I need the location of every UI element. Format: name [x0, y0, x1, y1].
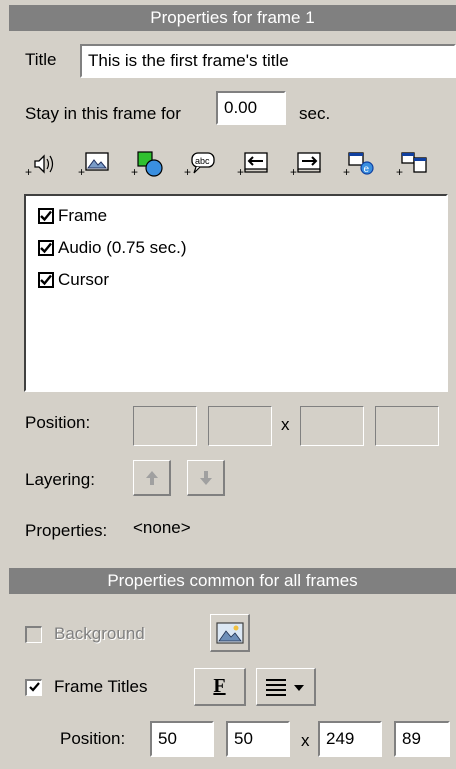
svg-text:+: +	[78, 165, 85, 178]
svg-text:+: +	[184, 165, 191, 178]
checkmark-icon	[28, 682, 40, 692]
title-position-width-input[interactable]	[318, 721, 382, 757]
object-toolbar: + + + + abc + + + e +	[24, 146, 448, 180]
add-right-icon: +	[290, 152, 321, 178]
checkmark-icon	[40, 274, 52, 286]
add-window-button[interactable]: +	[395, 146, 429, 180]
list-item-label: Audio (0.75 sec.)	[58, 238, 187, 257]
svg-text:+: +	[131, 165, 138, 178]
add-left-icon: +	[237, 152, 268, 178]
position-width-field[interactable]	[300, 406, 364, 446]
frame-objects-list[interactable]: Frame Audio (0.75 sec.) Cursor	[24, 194, 448, 392]
list-item-label: Frame	[58, 206, 108, 225]
font-button[interactable]: F	[194, 668, 246, 706]
add-web-icon: + e	[343, 152, 374, 178]
stay-duration-input[interactable]	[216, 91, 286, 125]
background-image-button[interactable]	[210, 614, 250, 652]
frame-checkbox[interactable]	[38, 208, 54, 224]
svg-text:+: +	[290, 165, 297, 178]
properties-value: <none>	[133, 518, 191, 537]
svg-text:+: +	[25, 165, 32, 178]
layer-up-button[interactable]	[133, 460, 171, 496]
list-item-label: Cursor	[58, 270, 110, 289]
position-separator: x	[281, 415, 290, 434]
common-properties-header: Properties common for all frames	[9, 568, 456, 594]
list-item-audio[interactable]: Audio (0.75 sec.)	[26, 232, 446, 264]
add-audio-icon: +	[25, 154, 54, 178]
alignment-dropdown[interactable]	[256, 668, 316, 706]
svg-text:e: e	[364, 164, 370, 175]
background-label: Background	[54, 624, 145, 643]
stay-unit-label: sec.	[299, 104, 331, 123]
position-label: Position:	[25, 413, 91, 432]
audio-checkbox[interactable]	[38, 240, 54, 256]
arrow-up-icon	[145, 470, 158, 485]
list-item-frame[interactable]: Frame	[26, 200, 446, 232]
frame-titles-label: Frame Titles	[54, 677, 148, 696]
landscape-icon	[215, 621, 244, 644]
svg-text:+: +	[396, 165, 403, 178]
align-icon	[265, 678, 304, 696]
stay-label: Stay in this frame for	[25, 104, 181, 123]
cursor-checkbox[interactable]	[38, 272, 54, 288]
position-y-field[interactable]	[208, 406, 272, 446]
add-text-icon: + abc	[184, 152, 215, 178]
title-position-height-input[interactable]	[394, 721, 450, 757]
layer-down-button[interactable]	[187, 460, 225, 496]
add-shape-button[interactable]: +	[130, 146, 164, 180]
add-image-button[interactable]: +	[77, 146, 111, 180]
background-checkbox[interactable]	[25, 625, 42, 643]
title-label: Title	[25, 50, 57, 69]
position-height-field[interactable]	[375, 406, 439, 446]
frame-title-input[interactable]	[80, 44, 456, 78]
add-right-button[interactable]: +	[289, 146, 323, 180]
title-position-y-input[interactable]	[226, 721, 290, 757]
svg-text:+: +	[343, 165, 350, 178]
title-position-separator: x	[301, 731, 310, 750]
checkmark-icon	[40, 242, 52, 254]
properties-label: Properties:	[25, 521, 108, 540]
title-position-label: Position:	[60, 729, 126, 748]
layering-label: Layering:	[25, 470, 95, 489]
add-image-icon: +	[78, 152, 109, 178]
title-position-x-input[interactable]	[150, 721, 214, 757]
add-web-button[interactable]: + e	[342, 146, 376, 180]
list-item-cursor[interactable]: Cursor	[26, 264, 446, 296]
add-text-button[interactable]: + abc	[183, 146, 217, 180]
position-x-field[interactable]	[133, 406, 197, 446]
add-shape-icon: +	[131, 151, 163, 178]
svg-text:abc: abc	[195, 156, 210, 166]
add-audio-button[interactable]: +	[24, 146, 58, 180]
arrow-down-icon	[199, 470, 212, 485]
add-left-button[interactable]: +	[236, 146, 270, 180]
add-window-icon: +	[396, 152, 427, 178]
frame-titles-checkbox[interactable]	[25, 678, 42, 696]
frame-titles-option[interactable]: Frame Titles	[25, 677, 148, 697]
svg-text:+: +	[237, 165, 244, 178]
checkmark-icon	[40, 210, 52, 222]
frame-properties-header: Properties for frame 1	[9, 5, 456, 31]
background-option[interactable]: Background	[25, 624, 145, 644]
